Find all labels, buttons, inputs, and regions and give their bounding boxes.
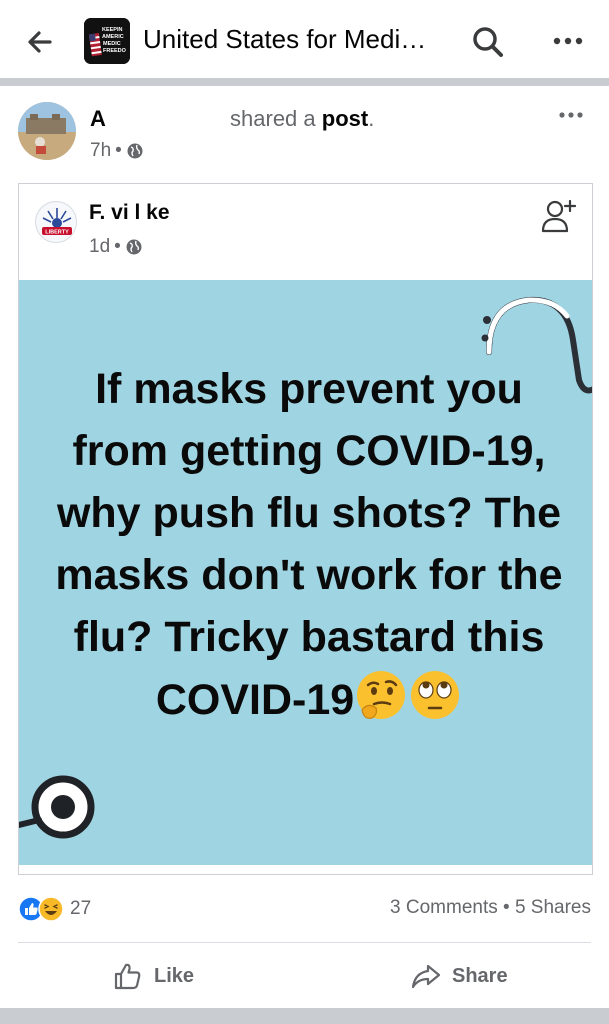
more-options-button[interactable] — [550, 30, 586, 52]
share-header: A shared a post. — [90, 106, 374, 132]
share-arrow-icon — [411, 964, 441, 989]
header-divider — [0, 78, 609, 86]
shared-text: shared a — [230, 106, 316, 131]
back-arrow-icon — [28, 31, 52, 53]
svg-text:MEDIC: MEDIC — [103, 41, 121, 47]
page-logo[interactable]: KEEPIN AMERIC MEDIC FREEDO — [84, 18, 130, 64]
svg-text:AMERIC: AMERIC — [102, 34, 124, 40]
bottom-divider — [0, 1008, 609, 1024]
actions-divider — [18, 942, 591, 943]
shares-count[interactable]: 5 Shares — [515, 897, 591, 918]
shared-post-time[interactable]: 1d — [89, 236, 110, 258]
post-time[interactable]: 7h — [90, 140, 111, 162]
dot-separator: • — [114, 236, 121, 257]
svg-text:KEEPIN: KEEPIN — [102, 27, 123, 33]
engagement-counts: 3 Comments • 5 Shares — [390, 897, 591, 919]
top-bar: KEEPIN AMERIC MEDIC FREEDO United States… — [0, 0, 609, 80]
globe-icon — [127, 143, 143, 159]
meme-caption: If masks prevent you from getting COVID-… — [49, 358, 569, 731]
globe-icon — [126, 239, 142, 255]
share-button[interactable]: Share — [410, 958, 508, 994]
add-friend-button[interactable] — [539, 196, 579, 236]
reactions-summary[interactable]: 27 — [18, 896, 91, 922]
dot-separator: • — [115, 140, 122, 161]
shared-post-meta: 1d • — [89, 236, 143, 258]
more-dots-icon — [559, 112, 583, 118]
more-dots-icon — [553, 37, 583, 45]
reaction-count: 27 — [70, 898, 92, 919]
search-button[interactable] — [468, 22, 508, 62]
redacted-name — [105, 109, 224, 132]
like-button[interactable]: Like — [112, 958, 194, 994]
period: . — [368, 106, 375, 131]
sharer-avatar[interactable] — [18, 102, 76, 160]
thinking-face-emoji — [354, 668, 408, 722]
page-title[interactable]: United States for Medi… — [143, 24, 426, 55]
shared-post-card[interactable]: LIBERTY F. vi l ke 1d • If masks prevent… — [18, 183, 593, 875]
back-button[interactable] — [22, 24, 58, 60]
shared-author-avatar[interactable]: LIBERTY — [35, 201, 77, 243]
flag-logo-icon: KEEPIN AMERIC MEDIC FREEDO — [84, 18, 130, 64]
share-label: Share — [452, 964, 508, 987]
shared-author-name[interactable]: F. vi l ke — [89, 201, 170, 225]
search-icon — [473, 27, 503, 57]
thumbs-up-icon — [114, 963, 141, 990]
svg-text:LIBERTY: LIBERTY — [45, 230, 69, 236]
sharer-name[interactable]: A — [90, 106, 106, 131]
post-meta: 7h • — [90, 140, 144, 162]
post-link[interactable]: post — [322, 106, 368, 131]
meme-caption-text: If masks prevent you from getting COVID-… — [55, 365, 563, 724]
like-label: Like — [154, 964, 195, 987]
dot-separator: • — [503, 897, 510, 918]
haha-reaction-icon — [38, 896, 64, 922]
svg-text:FREEDO: FREEDO — [103, 48, 127, 54]
meme-image[interactable]: If masks prevent you from getting COVID-… — [19, 280, 592, 865]
post-more-button[interactable] — [557, 108, 585, 122]
eye-roll-emoji — [408, 668, 462, 722]
comments-count[interactable]: 3 Comments — [390, 897, 498, 918]
add-friend-icon — [541, 199, 577, 233]
